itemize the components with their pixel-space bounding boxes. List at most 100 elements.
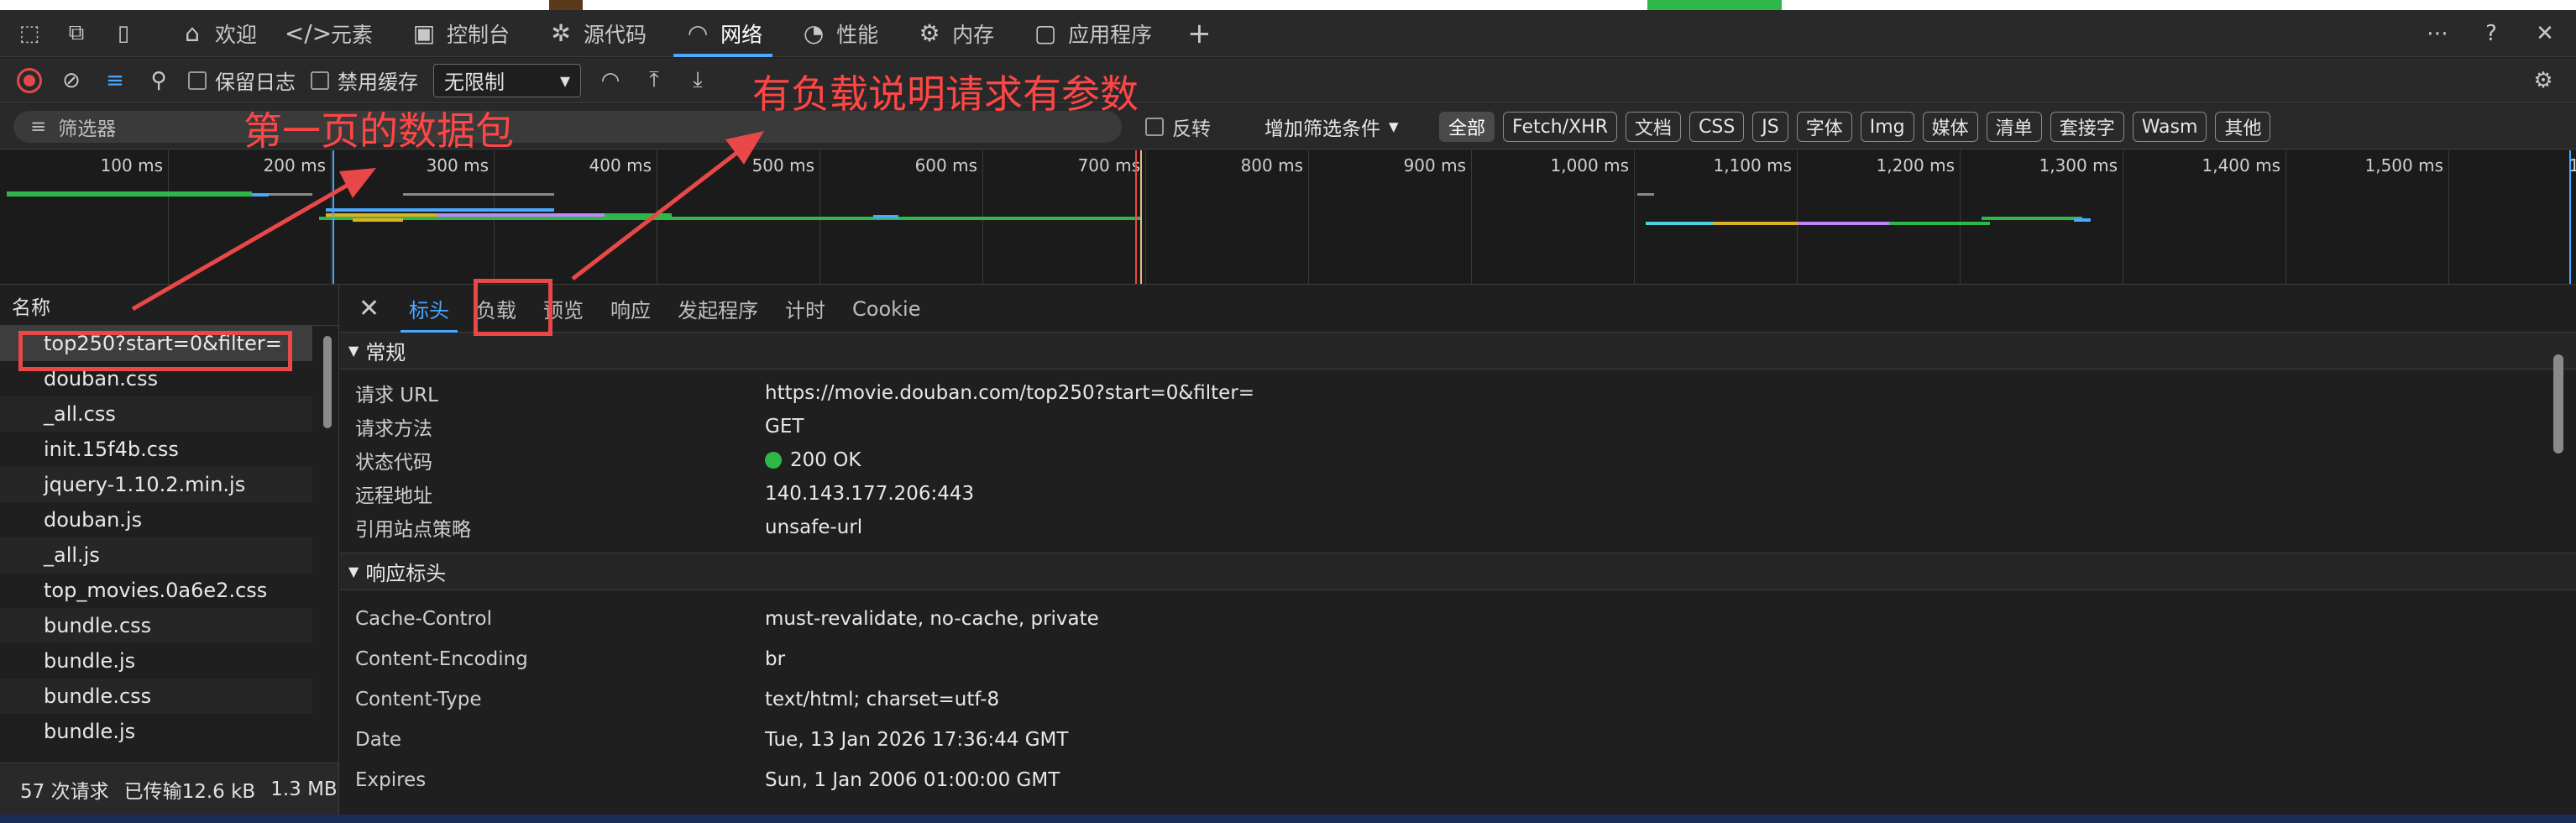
inspect-element-icon[interactable]: ⬚ [15, 19, 44, 48]
general-section-header[interactable]: ▼ 常规 [340, 333, 2576, 370]
import-har-icon[interactable]: ⤒ [640, 66, 668, 95]
timeline-tick-label: 200 ms [263, 155, 326, 176]
header-row: 远程地址 140.143.177.206:443 [340, 477, 2576, 511]
preserve-log-checkbox[interactable]: 保留日志 [188, 66, 296, 95]
tab-elements[interactable]: </> 元素 [275, 10, 391, 57]
throttle-select[interactable]: 无限制 ▾ [433, 63, 581, 97]
close-icon[interactable]: ✕ [2531, 19, 2559, 48]
app-icon: ▢ [1034, 19, 1057, 47]
request-row[interactable]: bundle.js [0, 714, 312, 749]
chip-icon: ⚙ [919, 19, 940, 47]
type-filter-pill[interactable]: 文档 [1625, 112, 1681, 142]
type-filter-pill[interactable]: CSS [1689, 112, 1745, 142]
timeline-gridline [1960, 150, 1961, 284]
detail-scrollbar[interactable] [2551, 336, 2566, 806]
timeline-gridline [2448, 150, 2449, 284]
detail-tab[interactable]: Cookie [839, 286, 934, 333]
request-row[interactable]: _all.js [0, 537, 312, 573]
settings-gear-icon[interactable]: ⚙ [2529, 66, 2558, 95]
type-filter-pill[interactable]: Img [1860, 112, 1914, 142]
tab-sources[interactable]: ✲ 源代码 [528, 10, 665, 57]
header-row: 请求方法 GET [340, 410, 2576, 443]
timeline-gridline [168, 150, 169, 284]
tab-welcome[interactable]: ⌂ 欢迎 [160, 10, 275, 57]
header-row: Expires Sun, 1 Jan 2006 01:00:00 GMT [340, 760, 2576, 800]
detail-tab[interactable]: 发起程序 [664, 286, 772, 333]
more-filters-dropdown[interactable]: 增加筛选条件 ▾ [1264, 104, 1399, 149]
type-filter-pill[interactable]: 字体 [1796, 112, 1852, 142]
code-icon: </> [284, 19, 332, 47]
timeline-bar [1637, 193, 1654, 196]
request-row[interactable]: bundle.js [0, 643, 312, 679]
scrollbar-thumb[interactable] [2553, 354, 2563, 453]
timeline-tick-label: 1,60 [2519, 155, 2576, 176]
request-row[interactable]: bundle.css [0, 608, 312, 643]
request-row[interactable]: bundle.css [0, 679, 312, 714]
timeline-tick-label: 700 ms [1077, 155, 1140, 176]
more-options-icon[interactable]: ⋯ [2423, 19, 2452, 48]
type-filter-pill[interactable]: 媒体 [1922, 112, 1978, 142]
clear-icon[interactable]: ⊘ [57, 66, 86, 95]
tab-application[interactable]: ▢ 应用程序 [1013, 10, 1170, 57]
checkbox-box[interactable] [188, 71, 207, 90]
detail-tabs: ✕ 标头 负载 预览 响应 发起程序 计时 Cookie [340, 286, 2576, 333]
type-filter-pill[interactable]: 全部 [1439, 112, 1495, 142]
timeline-bar [252, 193, 269, 197]
device-emulation-icon[interactable]: ⧉ [62, 19, 91, 48]
type-filter-pill[interactable]: 套接字 [2050, 112, 2124, 142]
type-filter-pill[interactable]: Wasm [2132, 112, 2207, 142]
checkbox-box[interactable] [311, 71, 329, 90]
add-tool-button[interactable]: + [1170, 17, 1228, 50]
tab-performance[interactable]: ◔ 性能 [781, 10, 897, 57]
more-filters-label: 增加筛选条件 [1264, 118, 1380, 140]
request-rows: top250?start=0&filter= douban.css _all.css… [0, 326, 338, 749]
request-row[interactable]: douban.js [0, 502, 312, 537]
help-icon[interactable]: ? [2477, 19, 2505, 48]
checkbox-box[interactable] [1145, 118, 1164, 136]
timeline-bar [2074, 218, 2091, 222]
request-row[interactable]: _all.css [0, 396, 312, 432]
dock-side-icon[interactable]: ▯ [109, 19, 138, 48]
triangle-down-icon: ▼ [348, 343, 359, 359]
header-row: Content-Encoding br [340, 639, 2576, 679]
invert-checkbox[interactable]: 反转 [1145, 104, 1211, 149]
tab-memory[interactable]: ⚙ 内存 [897, 10, 1013, 57]
header-row: Date Tue, 13 Jan 2026 17:36:44 GMT [340, 720, 2576, 760]
detail-tab[interactable]: 计时 [772, 286, 839, 333]
tab-network[interactable]: ◠ 网络 [665, 10, 781, 57]
response-headers-section-header[interactable]: ▼ 响应标头 [340, 553, 2576, 590]
name-column-header[interactable]: 名称 [0, 286, 338, 326]
detail-tab[interactable]: 标头 [395, 286, 463, 333]
type-filter-pill[interactable]: Fetch/XHR [1503, 112, 1617, 142]
close-detail-icon[interactable]: ✕ [359, 294, 395, 323]
tab-label: 欢迎 [215, 22, 258, 47]
network-conditions-icon[interactable]: ◠ [596, 66, 625, 95]
filter-toggle-icon[interactable]: ≡ [101, 66, 129, 95]
tab-label: 控制台 [447, 22, 510, 47]
scrollbar-thumb[interactable] [323, 336, 332, 428]
timeline-tick-label: 1,100 ms [1713, 155, 1792, 176]
detail-tab[interactable]: 响应 [597, 286, 664, 333]
type-filter-pill[interactable]: 清单 [1986, 112, 2042, 142]
disable-cache-checkbox[interactable]: 禁用缓存 [311, 66, 418, 95]
export-har-icon[interactable]: ⤓ [683, 66, 712, 95]
header-value: 140.143.177.206:443 [765, 483, 974, 505]
timeline-bar [873, 215, 898, 218]
type-filter-pill[interactable]: 其他 [2215, 112, 2271, 142]
timeline-overview[interactable]: 100 ms 200 ms 300 ms 400 ms 500 ms 600 ms 700 … [0, 150, 2576, 285]
record-button[interactable] [17, 67, 42, 93]
request-list-scrollbar[interactable] [322, 316, 333, 752]
timeline-marker-line [1140, 150, 1142, 284]
gauge-icon: ◔ [803, 19, 825, 47]
section-title: 响应标头 [365, 562, 447, 585]
type-filter-pill[interactable]: JS [1752, 112, 1788, 142]
header-value-text: must-revalidate, no-cache, private [765, 608, 1099, 630]
search-icon[interactable]: ⚲ [144, 66, 173, 95]
request-row[interactable]: init.15f4b.css [0, 432, 312, 467]
tab-console[interactable]: ▣ 控制台 [391, 10, 528, 57]
timeline-bar [1713, 222, 1797, 225]
header-row: Content-Type text/html; charset=utf-8 [340, 679, 2576, 720]
timeline-bar [1982, 217, 2082, 220]
request-row[interactable]: jquery-1.10.2.min.js [0, 467, 312, 502]
request-row[interactable]: top_movies.0a6e2.css [0, 573, 312, 608]
